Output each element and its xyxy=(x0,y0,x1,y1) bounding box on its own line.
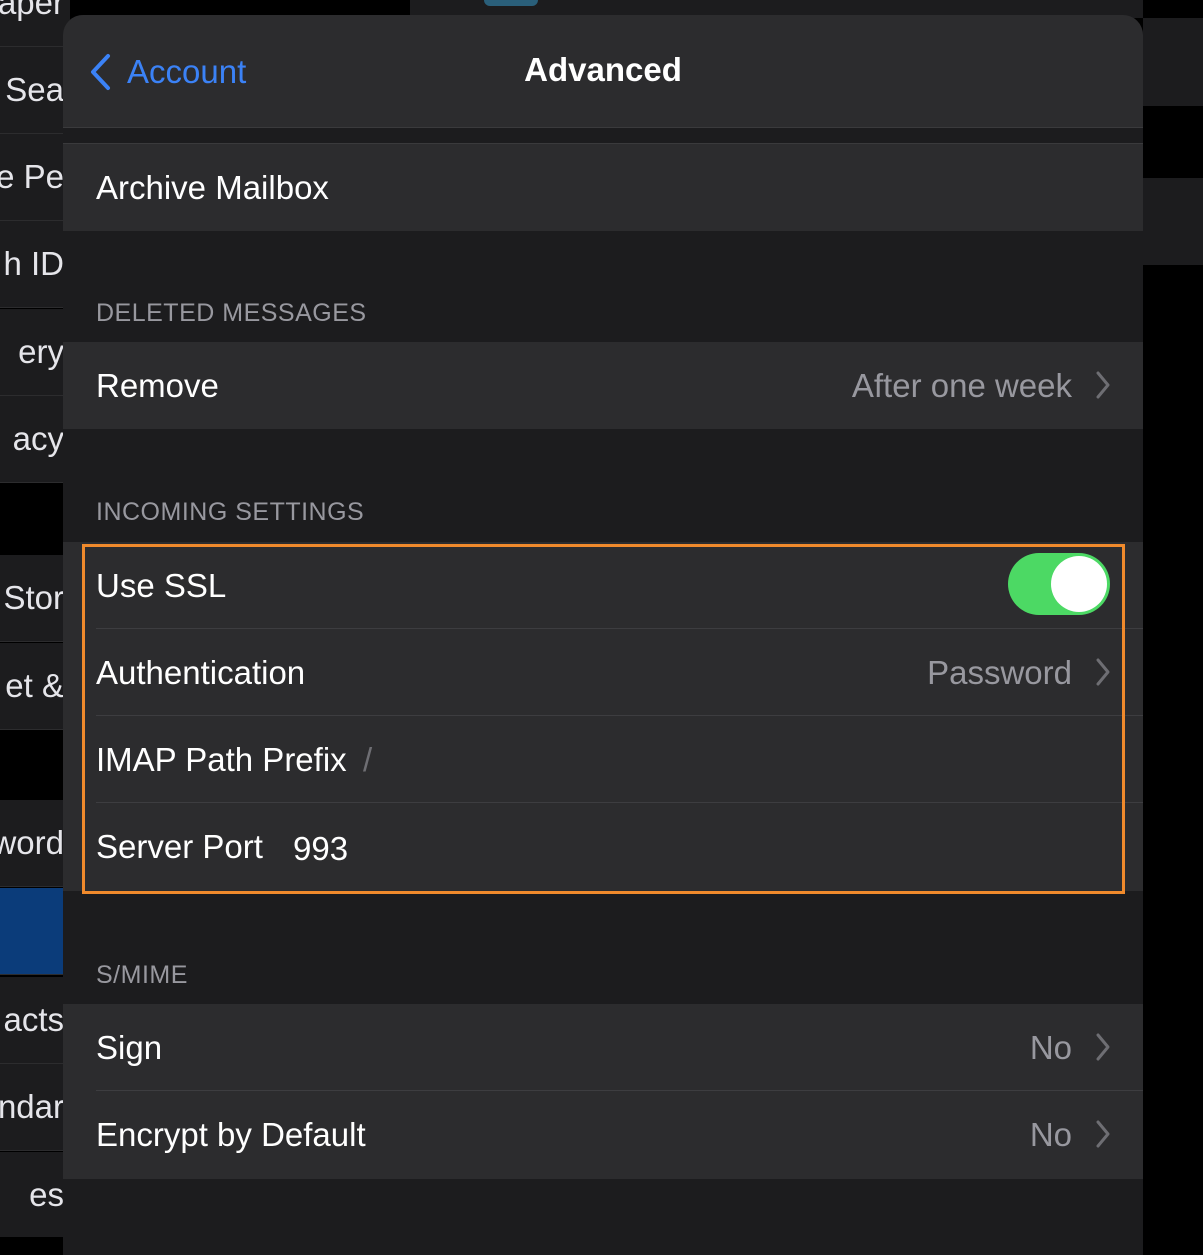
encrypt-by-default-label: Encrypt by Default xyxy=(96,1116,366,1153)
section-header-smime: S/MIME xyxy=(96,961,188,989)
encrypt-by-default-value: No xyxy=(1029,1116,1072,1153)
use-ssl-toggle[interactable] xyxy=(1008,553,1110,615)
server-port-field[interactable]: 993 xyxy=(293,830,348,868)
authentication-label: Authentication xyxy=(96,654,306,691)
navigation-bar: Account Advanced xyxy=(63,15,1143,128)
authentication-value: Password xyxy=(927,654,1072,691)
archive-mailbox-row[interactable]: Archive Mailbox xyxy=(63,144,1143,231)
encrypt-by-default-row[interactable]: Encrypt by Default No xyxy=(63,1091,1143,1179)
imap-path-prefix-label: IMAP Path Prefix xyxy=(96,741,347,778)
archive-mailbox-label: Archive Mailbox xyxy=(96,169,329,206)
page-title: Advanced xyxy=(524,51,682,88)
remove-label: Remove xyxy=(96,367,219,404)
advanced-settings-sheet: Account Advanced Archive Mailbox DELETED… xyxy=(63,15,1143,1255)
authentication-row[interactable]: Authentication Password xyxy=(63,629,1143,716)
sign-value: No xyxy=(1029,1029,1072,1066)
background-list-item: ery xyxy=(0,309,70,396)
imap-path-prefix-row: IMAP Path Prefix / xyxy=(63,716,1143,803)
section-header-incoming-settings: INCOMING SETTINGS xyxy=(96,498,365,526)
background-list-item: et & xyxy=(0,643,70,730)
background-list-item: e Pe xyxy=(0,134,70,221)
archive-group: Archive Mailbox xyxy=(63,143,1143,231)
background-right-block xyxy=(1143,18,1203,106)
server-port-row: Server Port 993 xyxy=(63,803,1143,891)
smime-group: Sign No Encrypt by Default No xyxy=(63,1004,1143,1179)
remove-row[interactable]: Remove After one week xyxy=(63,342,1143,429)
use-ssl-label: Use SSL xyxy=(96,567,227,604)
server-port-label: Server Port xyxy=(96,828,263,865)
chevron-right-icon xyxy=(1096,371,1110,399)
background-list-item: Stor xyxy=(0,555,70,642)
chevron-right-icon xyxy=(1096,1033,1110,1061)
incoming-settings-group: Use SSL Authentication Password IMAP Pat… xyxy=(63,542,1143,891)
chevron-right-icon xyxy=(1096,1120,1110,1148)
sign-label: Sign xyxy=(96,1029,163,1066)
background-list-item: es xyxy=(0,1152,70,1237)
background-list-item: acy xyxy=(0,396,70,483)
background-list-item: word xyxy=(0,800,70,887)
background-list-item: acts xyxy=(0,977,70,1064)
use-ssl-row: Use SSL xyxy=(63,542,1143,629)
section-header-deleted-messages: DELETED MESSAGES xyxy=(96,299,367,327)
background-list-item: & Sea xyxy=(0,47,70,134)
sign-row[interactable]: Sign No xyxy=(63,1004,1143,1091)
imap-path-prefix-field[interactable]: / xyxy=(363,741,372,779)
background-settings-list: paper & Sea e Pe h ID ery acy Stor et & … xyxy=(0,0,70,1237)
background-list-item-selected xyxy=(0,888,70,975)
background-gap xyxy=(0,730,70,800)
background-right-panel xyxy=(1143,0,1203,1237)
toggle-knob xyxy=(1051,556,1107,612)
background-list-item: h ID xyxy=(0,221,70,308)
chevron-right-icon xyxy=(1096,658,1110,686)
background-list-item: paper xyxy=(0,0,70,47)
remove-value: After one week xyxy=(851,367,1072,404)
background-right-block xyxy=(1143,178,1203,265)
background-top-pill xyxy=(484,0,538,6)
deleted-messages-group: Remove After one week xyxy=(63,342,1143,429)
background-gap xyxy=(0,483,70,555)
background-list-item: ndar xyxy=(0,1064,70,1151)
